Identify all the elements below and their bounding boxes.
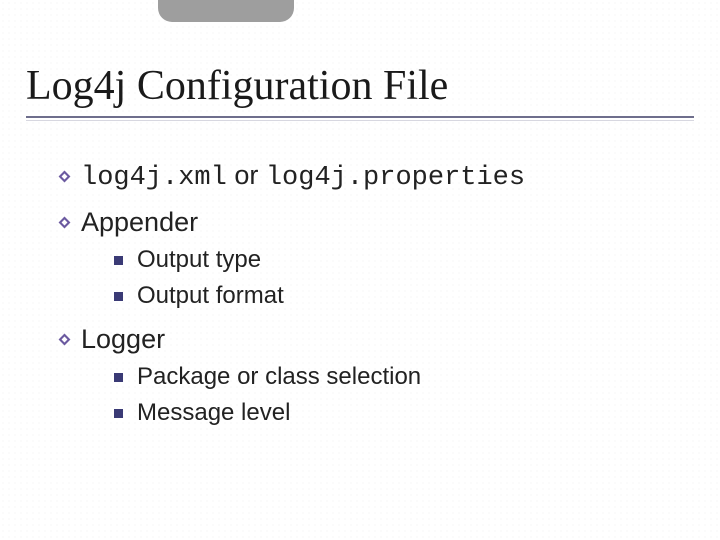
- bullet-text: Appender: [81, 207, 198, 238]
- sub-bullet-text: Package or class selection: [137, 363, 421, 391]
- square-bullet-icon: [114, 409, 123, 418]
- diamond-bullet-icon: [58, 170, 71, 183]
- title-underline-secondary: [26, 120, 694, 121]
- title-underline-primary: [26, 116, 694, 118]
- sub-bullet-row: Output type: [114, 246, 680, 274]
- join-text: or: [227, 160, 266, 190]
- sub-bullet-row: Message level: [114, 399, 680, 427]
- sub-bullet-row: Output format: [114, 282, 680, 310]
- title-block: Log4j Configuration File: [26, 62, 694, 121]
- code-literal: log4j.xml: [81, 163, 227, 193]
- bullet-body: log4j.xml or log4j.properties Appender O…: [58, 160, 680, 441]
- page-title: Log4j Configuration File: [26, 62, 694, 116]
- bullet-item-appender: Appender Output type Output format: [58, 207, 680, 310]
- sub-bullet-row: Package or class selection: [114, 363, 680, 391]
- bullet-text: log4j.xml or log4j.properties: [81, 160, 525, 193]
- sub-bullet-text: Output type: [137, 246, 261, 274]
- bullet-text: Logger: [81, 324, 165, 355]
- bullet-item-files: log4j.xml or log4j.properties: [58, 160, 680, 193]
- bullet-row: Logger: [58, 324, 680, 355]
- bullet-item-logger: Logger Package or class selection Messag…: [58, 324, 680, 427]
- top-tab-shape: [158, 0, 294, 22]
- sub-list: Output type Output format: [114, 246, 680, 310]
- diamond-bullet-icon: [58, 216, 71, 229]
- sub-bullet-text: Message level: [137, 399, 290, 427]
- code-literal: log4j.properties: [266, 163, 525, 193]
- sub-bullet-text: Output format: [137, 282, 284, 310]
- bullet-row: Appender: [58, 207, 680, 238]
- sub-list: Package or class selection Message level: [114, 363, 680, 427]
- square-bullet-icon: [114, 373, 123, 382]
- bullet-row: log4j.xml or log4j.properties: [58, 160, 680, 193]
- square-bullet-icon: [114, 256, 123, 265]
- square-bullet-icon: [114, 292, 123, 301]
- diamond-bullet-icon: [58, 333, 71, 346]
